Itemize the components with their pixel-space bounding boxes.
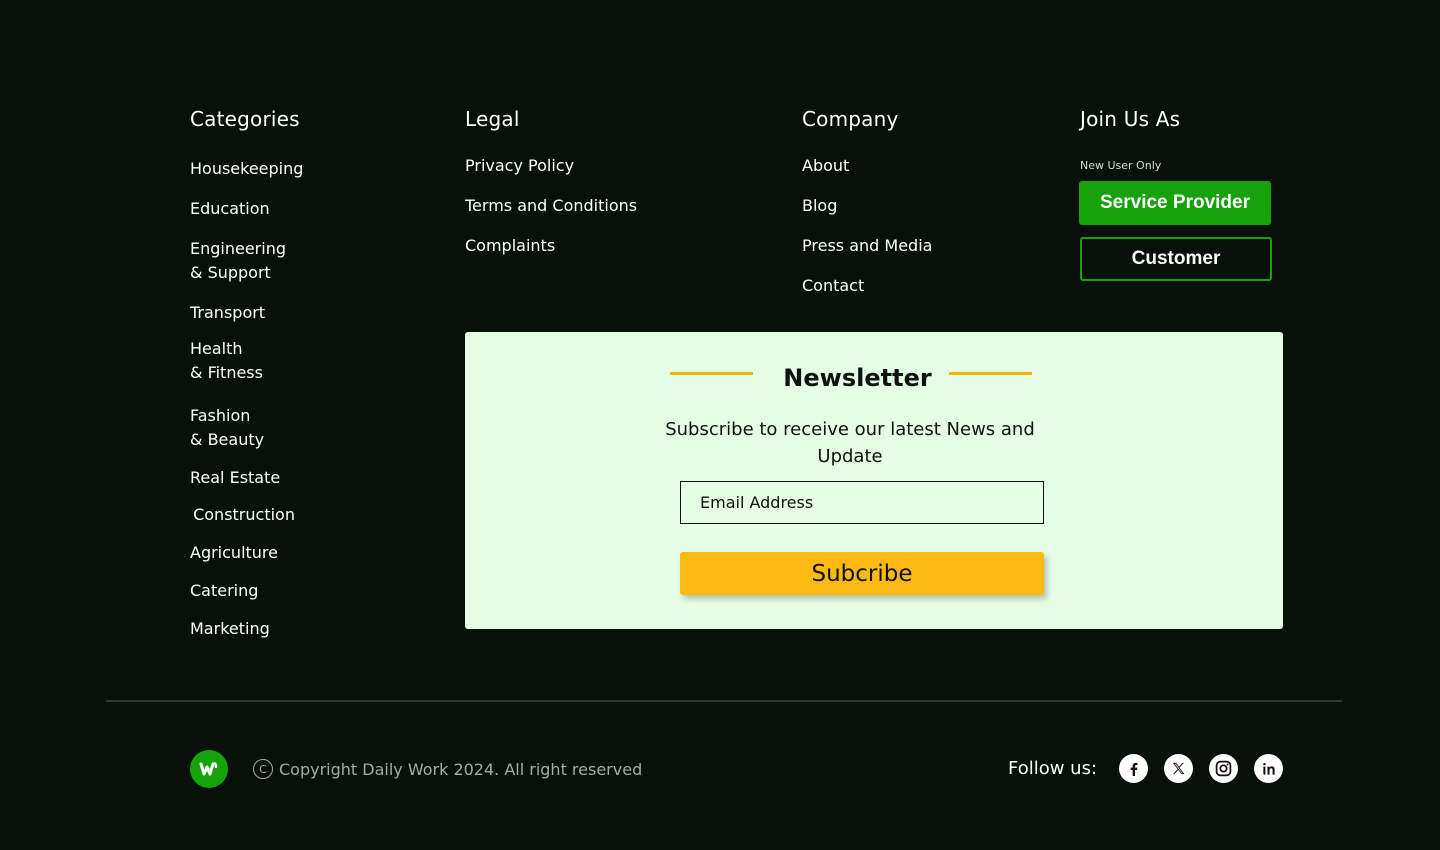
category-link-engineering-support[interactable]: Engineering & Support bbox=[190, 237, 286, 285]
facebook-icon[interactable] bbox=[1119, 754, 1148, 783]
brand-logo[interactable] bbox=[190, 750, 228, 788]
logo-w-icon bbox=[199, 762, 218, 776]
legal-link-terms[interactable]: Terms and Conditions bbox=[465, 194, 637, 218]
footer-divider bbox=[106, 700, 1342, 702]
legal-heading: Legal bbox=[465, 107, 520, 131]
email-input[interactable] bbox=[680, 481, 1044, 524]
category-link-housekeeping[interactable]: Housekeeping bbox=[190, 157, 303, 181]
copyright-notice: C Copyright Daily Work 2024. All right r… bbox=[253, 759, 642, 779]
company-link-blog[interactable]: Blog bbox=[802, 194, 837, 218]
category-link-construction[interactable]: Construction bbox=[188, 503, 295, 527]
category-link-catering[interactable]: Catering bbox=[190, 579, 258, 603]
category-link-agriculture[interactable]: Agriculture bbox=[190, 541, 278, 565]
newsletter-card: Newsletter Subscribe to receive our late… bbox=[465, 332, 1283, 629]
category-link-education[interactable]: Education bbox=[190, 197, 270, 221]
categories-heading: Categories bbox=[190, 107, 300, 131]
category-link-transport[interactable]: Transport bbox=[190, 301, 265, 325]
newsletter-title: Newsletter bbox=[783, 364, 932, 392]
new-user-note: New User Only bbox=[1080, 159, 1162, 172]
company-link-press-media[interactable]: Press and Media bbox=[802, 234, 932, 258]
category-link-real-estate[interactable]: Real Estate bbox=[190, 466, 280, 490]
follow-us-label: Follow us: bbox=[1008, 758, 1098, 779]
linkedin-icon[interactable] bbox=[1254, 754, 1283, 783]
service-provider-button[interactable]: Service Provider bbox=[1079, 181, 1271, 225]
x-icon[interactable] bbox=[1164, 754, 1193, 783]
newsletter-description: Subscribe to receive our latest News and… bbox=[665, 419, 1035, 467]
join-heading: Join Us As bbox=[1080, 107, 1181, 131]
copyright-icon: C bbox=[253, 759, 273, 779]
copyright-text: Copyright Daily Work 2024. All right res… bbox=[279, 759, 643, 779]
instagram-icon[interactable] bbox=[1209, 754, 1238, 783]
subscribe-button[interactable]: Subcribe bbox=[680, 552, 1044, 595]
category-link-fashion-beauty[interactable]: Fashion & Beauty bbox=[190, 404, 264, 452]
customer-button[interactable]: Customer bbox=[1080, 237, 1272, 281]
company-heading: Company bbox=[802, 107, 899, 131]
company-link-contact[interactable]: Contact bbox=[802, 274, 864, 298]
legal-link-complaints[interactable]: Complaints bbox=[465, 234, 555, 258]
company-link-about[interactable]: About bbox=[802, 154, 849, 178]
legal-link-privacy-policy[interactable]: Privacy Policy bbox=[465, 154, 574, 178]
category-link-marketing[interactable]: Marketing bbox=[190, 617, 270, 641]
category-link-health-fitness[interactable]: Health & Fitness bbox=[190, 337, 263, 385]
